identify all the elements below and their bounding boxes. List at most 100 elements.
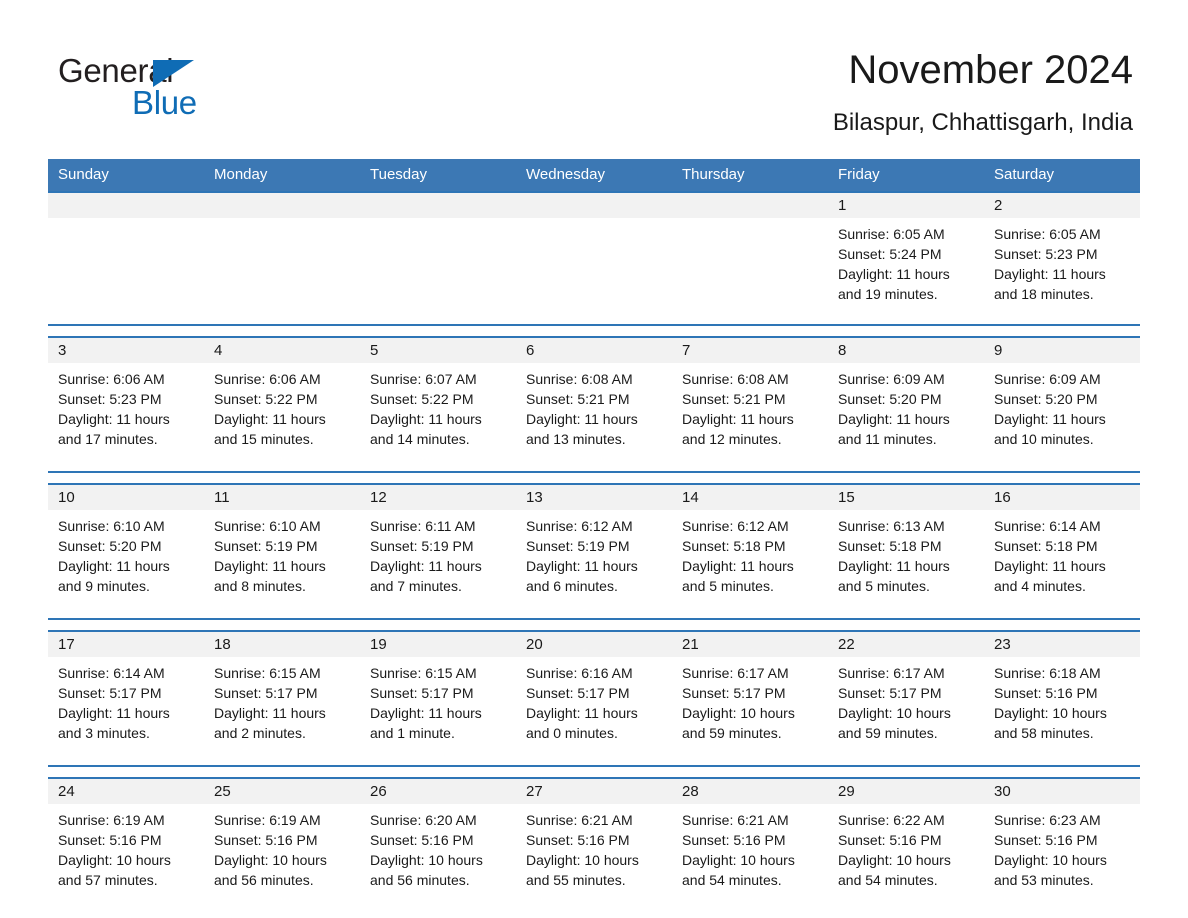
day-details: Sunrise: 6:05 AM Sunset: 5:23 PM Daylight:…: [984, 218, 1140, 304]
sunrise-time: Sunrise: 6:06 AM: [214, 371, 321, 387]
sunrise-time: Sunrise: 6:19 AM: [58, 812, 165, 828]
day-number: 13: [516, 485, 672, 510]
day-number: 25: [204, 779, 360, 804]
day-cell-content: [672, 193, 828, 324]
daylight-line-1: Daylight: 11 hours: [526, 705, 638, 721]
day-cell-content: [516, 193, 672, 324]
day-details: Sunrise: 6:19 AM Sunset: 5:16 PM Daylight:…: [204, 804, 360, 890]
calendar-day-cell[interactable]: 15 Sunrise: 6:13 AM Sunset: 5:18 PM Dayligh…: [828, 483, 984, 619]
daylight-line-2: and 15 minutes.: [214, 431, 314, 447]
day-number: 14: [672, 485, 828, 510]
day-number: 7: [672, 338, 828, 363]
sunrise-time: Sunrise: 6:18 AM: [994, 665, 1101, 681]
daylight-line-2: and 57 minutes.: [58, 872, 158, 888]
daylight-line-1: Daylight: 10 hours: [682, 705, 795, 721]
daylight-line-1: Daylight: 11 hours: [370, 411, 482, 427]
day-cell-content: 28 Sunrise: 6:21 AM Sunset: 5:16 PM Dayligh…: [672, 779, 828, 912]
sunrise-time: Sunrise: 6:05 AM: [838, 226, 945, 242]
week-spacer-row: [48, 324, 1140, 337]
calendar-day-cell[interactable]: 9 Sunrise: 6:09 AM Sunset: 5:20 PM Daylight…: [984, 336, 1140, 472]
daylight-line-1: Daylight: 11 hours: [994, 558, 1106, 574]
calendar-day-cell[interactable]: 28 Sunrise: 6:21 AM Sunset: 5:16 PM Dayligh…: [672, 777, 828, 912]
sunset-time: Sunset: 5:23 PM: [994, 246, 1098, 262]
calendar-day-cell[interactable]: 14 Sunrise: 6:12 AM Sunset: 5:18 PM Dayligh…: [672, 483, 828, 619]
sunrise-time: Sunrise: 6:17 AM: [838, 665, 945, 681]
calendar-grid: Sunday Monday Tuesday Wednesday Thursday…: [48, 159, 1140, 912]
sunrise-time: Sunrise: 6:09 AM: [838, 371, 945, 387]
calendar-day-cell[interactable]: 18 Sunrise: 6:15 AM Sunset: 5:17 PM Dayligh…: [204, 630, 360, 766]
daylight-line-1: Daylight: 11 hours: [214, 411, 326, 427]
calendar-day-cell[interactable]: 10 Sunrise: 6:10 AM Sunset: 5:20 PM Dayligh…: [48, 483, 204, 619]
calendar-day-cell[interactable]: 6 Sunrise: 6:08 AM Sunset: 5:21 PM Daylight…: [516, 336, 672, 472]
daylight-line-1: Daylight: 11 hours: [58, 411, 170, 427]
calendar-day-cell[interactable]: 5 Sunrise: 6:07 AM Sunset: 5:22 PM Daylight…: [360, 336, 516, 472]
day-details: Sunrise: 6:07 AM Sunset: 5:22 PM Daylight:…: [360, 363, 516, 449]
logo-text-blue: Blue: [132, 84, 197, 121]
day-cell-content: 24 Sunrise: 6:19 AM Sunset: 5:16 PM Dayligh…: [48, 779, 204, 912]
sunrise-time: Sunrise: 6:21 AM: [682, 812, 789, 828]
daylight-line-2: and 56 minutes.: [370, 872, 470, 888]
calendar-day-cell[interactable]: 21 Sunrise: 6:17 AM Sunset: 5:17 PM Dayligh…: [672, 630, 828, 766]
calendar-day-cell[interactable]: 22 Sunrise: 6:17 AM Sunset: 5:17 PM Dayligh…: [828, 630, 984, 766]
day-details: Sunrise: 6:17 AM Sunset: 5:17 PM Daylight:…: [828, 657, 984, 743]
sunrise-time: Sunrise: 6:20 AM: [370, 812, 477, 828]
calendar-day-cell[interactable]: 29 Sunrise: 6:22 AM Sunset: 5:16 PM Dayligh…: [828, 777, 984, 912]
day-details: Sunrise: 6:11 AM Sunset: 5:19 PM Daylight:…: [360, 510, 516, 596]
sunset-time: Sunset: 5:24 PM: [838, 246, 942, 262]
calendar-day-cell[interactable]: 1 Sunrise: 6:05 AM Sunset: 5:24 PM Daylight…: [828, 191, 984, 325]
calendar-day-cell[interactable]: 24 Sunrise: 6:19 AM Sunset: 5:16 PM Dayligh…: [48, 777, 204, 912]
sunset-time: Sunset: 5:23 PM: [58, 391, 162, 407]
daylight-line-2: and 17 minutes.: [58, 431, 158, 447]
day-number: 26: [360, 779, 516, 804]
daylight-line-2: and 8 minutes.: [214, 578, 306, 594]
calendar-day-cell[interactable]: 7 Sunrise: 6:08 AM Sunset: 5:21 PM Daylight…: [672, 336, 828, 472]
day-cell-content: 25 Sunrise: 6:19 AM Sunset: 5:16 PM Dayligh…: [204, 779, 360, 912]
calendar-day-cell[interactable]: 16 Sunrise: 6:14 AM Sunset: 5:18 PM Dayligh…: [984, 483, 1140, 619]
day-details: Sunrise: 6:06 AM Sunset: 5:23 PM Daylight:…: [48, 363, 204, 449]
daylight-line-2: and 54 minutes.: [682, 872, 782, 888]
calendar-week-row: 17 Sunrise: 6:14 AM Sunset: 5:17 PM Dayligh…: [48, 630, 1140, 766]
daylight-line-2: and 59 minutes.: [682, 725, 782, 741]
day-number: [204, 193, 360, 218]
calendar-day-cell[interactable]: 8 Sunrise: 6:09 AM Sunset: 5:20 PM Daylight…: [828, 336, 984, 472]
calendar-day-cell[interactable]: 3 Sunrise: 6:06 AM Sunset: 5:23 PM Daylight…: [48, 336, 204, 472]
daylight-line-2: and 6 minutes.: [526, 578, 618, 594]
weekday-header-monday: Monday: [204, 159, 360, 192]
day-details: Sunrise: 6:10 AM Sunset: 5:20 PM Daylight:…: [48, 510, 204, 596]
calendar-day-cell[interactable]: 27 Sunrise: 6:21 AM Sunset: 5:16 PM Dayligh…: [516, 777, 672, 912]
sunset-time: Sunset: 5:16 PM: [370, 832, 474, 848]
day-cell-content: 3 Sunrise: 6:06 AM Sunset: 5:23 PM Daylight…: [48, 338, 204, 471]
calendar-day-cell[interactable]: 26 Sunrise: 6:20 AM Sunset: 5:16 PM Dayligh…: [360, 777, 516, 912]
week-spacer-row: [48, 471, 1140, 484]
day-number: [48, 193, 204, 218]
day-details: Sunrise: 6:15 AM Sunset: 5:17 PM Daylight:…: [360, 657, 516, 743]
day-number: 3: [48, 338, 204, 363]
calendar-day-cell[interactable]: 20 Sunrise: 6:16 AM Sunset: 5:17 PM Dayligh…: [516, 630, 672, 766]
calendar-day-cell[interactable]: 30 Sunrise: 6:23 AM Sunset: 5:16 PM Dayligh…: [984, 777, 1140, 912]
daylight-line-1: Daylight: 11 hours: [682, 558, 794, 574]
sunset-time: Sunset: 5:20 PM: [838, 391, 942, 407]
calendar-day-cell[interactable]: 11 Sunrise: 6:10 AM Sunset: 5:19 PM Dayligh…: [204, 483, 360, 619]
calendar-day-cell[interactable]: 19 Sunrise: 6:15 AM Sunset: 5:17 PM Dayligh…: [360, 630, 516, 766]
calendar-day-cell[interactable]: 13 Sunrise: 6:12 AM Sunset: 5:19 PM Dayligh…: [516, 483, 672, 619]
calendar-day-cell[interactable]: 17 Sunrise: 6:14 AM Sunset: 5:17 PM Dayligh…: [48, 630, 204, 766]
calendar-day-cell[interactable]: 23 Sunrise: 6:18 AM Sunset: 5:16 PM Dayligh…: [984, 630, 1140, 766]
day-number: 9: [984, 338, 1140, 363]
sunset-time: Sunset: 5:22 PM: [214, 391, 318, 407]
calendar-day-cell[interactable]: 2 Sunrise: 6:05 AM Sunset: 5:23 PM Daylight…: [984, 191, 1140, 325]
day-cell-content: 29 Sunrise: 6:22 AM Sunset: 5:16 PM Dayligh…: [828, 779, 984, 912]
weekday-header-thursday: Thursday: [672, 159, 828, 192]
daylight-line-2: and 59 minutes.: [838, 725, 938, 741]
sunset-time: Sunset: 5:16 PM: [994, 685, 1098, 701]
sunset-time: Sunset: 5:16 PM: [994, 832, 1098, 848]
day-details: Sunrise: 6:17 AM Sunset: 5:17 PM Daylight:…: [672, 657, 828, 743]
day-number: 24: [48, 779, 204, 804]
calendar-day-cell-empty: [672, 191, 828, 325]
calendar-day-cell[interactable]: 4 Sunrise: 6:06 AM Sunset: 5:22 PM Daylight…: [204, 336, 360, 472]
calendar-day-cell[interactable]: 25 Sunrise: 6:19 AM Sunset: 5:16 PM Dayligh…: [204, 777, 360, 912]
week-spacer-cell: [48, 765, 1140, 778]
calendar-day-cell[interactable]: 12 Sunrise: 6:11 AM Sunset: 5:19 PM Dayligh…: [360, 483, 516, 619]
daylight-line-2: and 11 minutes.: [838, 431, 937, 447]
daylight-line-1: Daylight: 11 hours: [58, 558, 170, 574]
week-spacer-cell: [48, 618, 1140, 631]
